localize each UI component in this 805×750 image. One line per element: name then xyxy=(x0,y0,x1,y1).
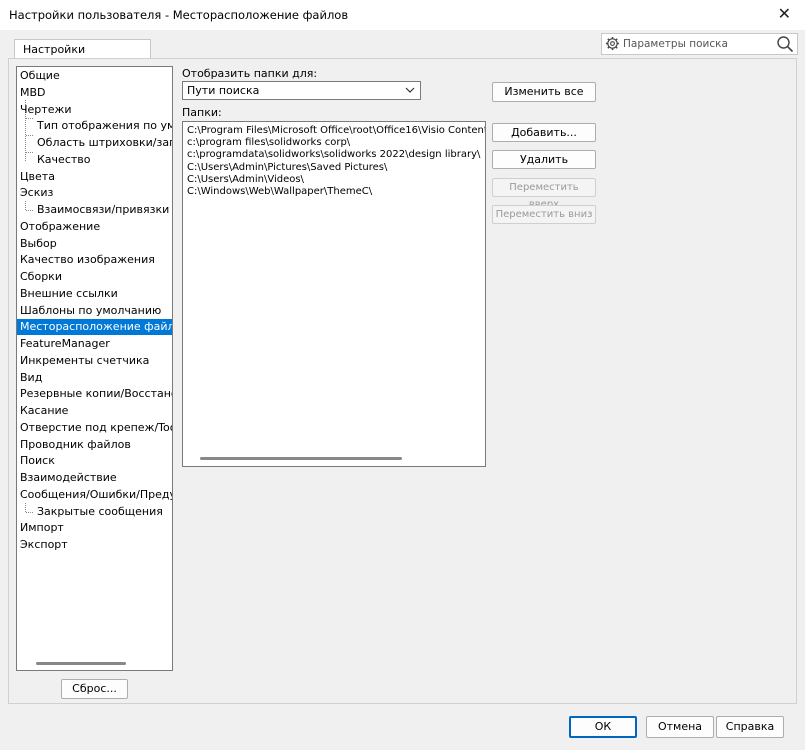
list-item[interactable]: C:\Users\Admin\Videos\ xyxy=(187,174,304,186)
sidebar-item[interactable]: Шаблоны по умолчанию xyxy=(17,303,172,319)
list-item[interactable]: C:\Users\Admin\Pictures\Saved Pictures\ xyxy=(187,162,387,174)
sidebar-item[interactable]: Качество изображения xyxy=(17,252,172,268)
sidebar-item[interactable]: MBD xyxy=(17,85,172,101)
sidebar-item[interactable]: Отображение xyxy=(17,219,172,235)
tab-user-settings[interactable]: Настройки пользователя xyxy=(14,39,151,69)
gear-icon[interactable] xyxy=(605,36,620,54)
show-folders-label: Отобразить папки для: xyxy=(182,67,318,80)
sidebar-item[interactable]: Выбор xyxy=(17,236,172,252)
window-title: Настройки пользователя - Месторасположен… xyxy=(9,8,349,22)
sidebar-item[interactable]: Месторасположение файлов xyxy=(17,319,172,336)
sidebar-item[interactable]: Качество xyxy=(17,152,172,168)
sidebar-item[interactable]: Экспорт xyxy=(17,537,172,553)
sidebar-item[interactable]: FeatureManager xyxy=(17,336,172,352)
search-placeholder: Параметры поиска xyxy=(623,38,728,50)
sidebar-item[interactable]: Чертежи xyxy=(17,102,172,118)
delete-button[interactable]: Удалить xyxy=(492,150,596,169)
reset-button[interactable]: Сброс... xyxy=(61,679,128,699)
settings-tree[interactable]: ОбщиеMBDЧертежиТип отображения по умолча… xyxy=(16,66,173,671)
move-up-button[interactable]: Переместить вверх xyxy=(492,178,596,210)
sidebar-item[interactable]: Взаимодействие xyxy=(17,470,172,486)
sidebar-item[interactable]: Цвета xyxy=(17,169,172,185)
sidebar-item[interactable]: Тип отображения по умолчанию xyxy=(17,118,172,134)
add-button[interactable]: Добавить... xyxy=(492,123,596,142)
help-button[interactable]: Справка xyxy=(716,716,784,738)
list-item[interactable]: C:\Windows\Web\Wallpaper\ThemeC\ xyxy=(187,186,372,198)
sidebar-item[interactable]: Эскиз xyxy=(17,185,172,201)
close-icon[interactable]: ✕ xyxy=(778,4,791,23)
tree-horizontal-scrollbar[interactable] xyxy=(36,662,126,665)
sidebar-item[interactable]: Касание xyxy=(17,403,172,419)
cancel-button[interactable]: Отмена xyxy=(646,716,714,738)
sidebar-item[interactable]: Проводник файлов xyxy=(17,437,172,453)
sidebar-item[interactable]: Вид xyxy=(17,370,172,386)
sidebar-item[interactable]: Общие xyxy=(17,68,172,84)
ok-button[interactable]: ОК xyxy=(569,716,637,738)
change-all-button[interactable]: Изменить все xyxy=(492,82,596,102)
list-item[interactable]: c:\programdata\solidworks\solidworks 202… xyxy=(187,149,480,161)
sidebar-item[interactable]: Поиск xyxy=(17,453,172,469)
move-down-button[interactable]: Переместить вниз xyxy=(492,205,596,224)
sidebar-item[interactable]: Закрытые сообщения xyxy=(17,504,172,520)
sidebar-item[interactable]: Внешние ссылки xyxy=(17,286,172,302)
search-icon[interactable] xyxy=(776,35,794,56)
list-item[interactable]: C:\Program Files\Microsoft Office\root\O… xyxy=(187,125,485,137)
title-bar: Настройки пользователя - Месторасположен… xyxy=(0,0,805,30)
sidebar-item[interactable]: Импорт xyxy=(17,520,172,536)
show-folders-value: Пути поиска xyxy=(187,84,260,97)
search-input[interactable]: Параметры поиска xyxy=(601,33,798,55)
sidebar-item[interactable]: Отверстие под крепеж/Toolbox xyxy=(17,420,172,436)
chevron-down-icon xyxy=(404,83,416,100)
folders-horizontal-scrollbar[interactable] xyxy=(200,457,402,460)
sidebar-item[interactable]: Взаимосвязи/привязки xyxy=(17,202,172,218)
show-folders-select[interactable]: Пути поиска xyxy=(182,81,421,100)
sidebar-item[interactable]: Резервные копии/Восстановление xyxy=(17,386,172,402)
sidebar-item[interactable]: Инкременты счетчика xyxy=(17,353,172,369)
sidebar-item[interactable]: Сообщения/Ошибки/Предупреждения xyxy=(17,487,172,503)
sidebar-item[interactable]: Сборки xyxy=(17,269,172,285)
list-item[interactable]: c:\program files\solidworks corp\ xyxy=(187,137,350,149)
folders-list[interactable]: C:\Program Files\Microsoft Office\root\O… xyxy=(182,121,486,467)
folders-label: Папки: xyxy=(182,106,222,119)
sidebar-item[interactable]: Область штриховки/заполнения xyxy=(17,135,172,151)
